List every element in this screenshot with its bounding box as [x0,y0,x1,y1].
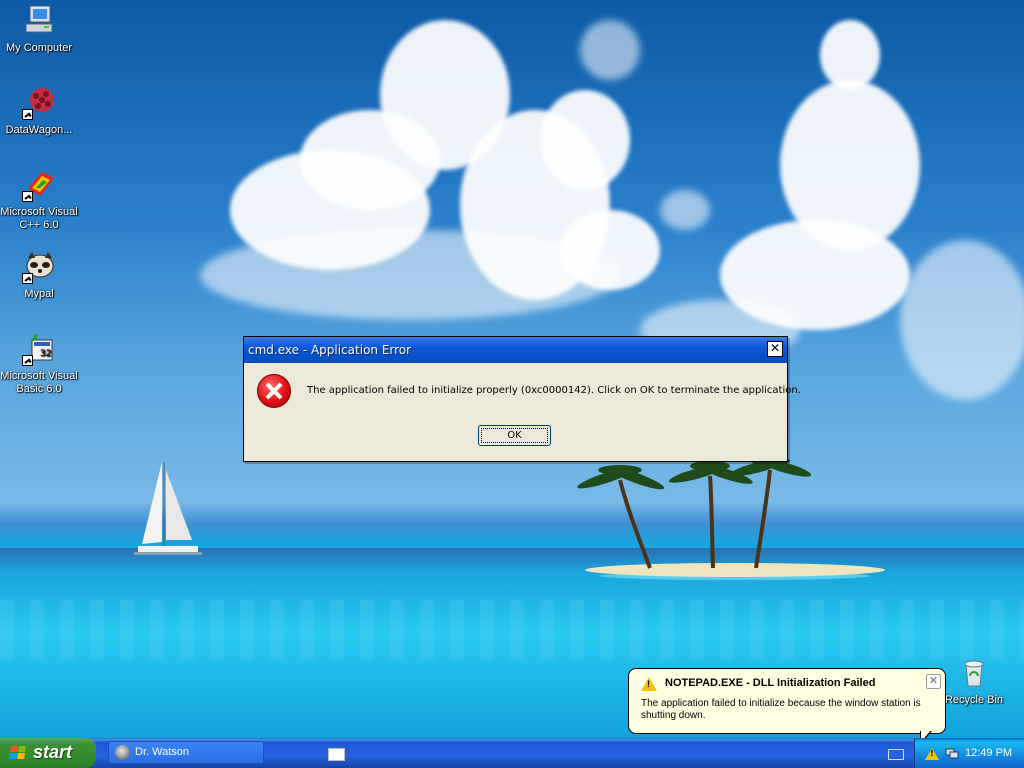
cloud-shape [660,190,710,230]
shortcut-arrow-icon [22,355,33,366]
my-computer-icon [22,4,56,38]
dialog-message: The application failed to initialize pro… [307,385,801,396]
shortcut-arrow-icon [22,109,33,120]
cloud-shape [560,210,660,290]
recycle-bin-icon [957,656,991,690]
ok-button-label: OK [481,428,548,443]
balloon-close-button[interactable]: ✕ [926,674,941,689]
visual-cpp-icon [22,168,56,202]
svg-text:32: 32 [40,349,51,359]
desktop-icon-label: My Computer [5,42,73,54]
datawagon-icon [22,86,56,120]
desktop-icon-datawagon[interactable]: DataWagon... [0,86,78,137]
cloud-shape [900,240,1024,400]
ok-button[interactable]: OK [478,425,551,446]
application-error-dialog: cmd.exe - Application Error ✕ The applic… [243,336,801,462]
cloud-shape [300,110,440,210]
keyboard-icon[interactable] [888,749,904,760]
balloon-message: The application failed to initialize bec… [641,698,921,721]
desktop-icon-mypal[interactable]: Mypal [0,250,78,301]
visual-basic-icon: 32 [22,332,56,366]
error-icon [257,374,291,408]
palm-trees-image [577,457,812,569]
taskbar-button-label: Dr. Watson [135,746,189,758]
shortcut-arrow-icon [22,191,33,202]
system-tray: ! 12:49 PM [914,738,1024,768]
desktop-icon-recycle-bin[interactable]: Recycle Bin [935,656,1013,707]
taskbar: start Dr. Watson ! 12:49 PM [0,738,1024,768]
cloud-shape [200,230,620,320]
cloud-shape [540,90,630,190]
warning-mark: ! [647,679,650,689]
notification-balloon[interactable]: ! NOTEPAD.EXE - DLL Initialization Faile… [628,668,946,734]
mypal-icon [22,250,56,284]
shortcut-arrow-icon [22,273,33,284]
dialog-close-button[interactable]: ✕ [767,341,783,357]
desktop-icon-visual-basic[interactable]: 32 Microsoft Visual Basic 6.0 [0,332,78,396]
desktop-icon-my-computer[interactable]: My Computer [0,4,78,55]
sailboat-image [134,462,202,555]
dr-watson-icon [115,745,130,760]
desktop-icon-label: Microsoft Visual C++ 6.0 [0,206,78,231]
desktop-icon-visual-cpp[interactable]: Microsoft Visual C++ 6.0 [0,168,78,232]
desktop-icon-label: Microsoft Visual Basic 6.0 [0,370,78,395]
desktop-icon-label: Recycle Bin [944,694,1004,706]
dialog-title-bar[interactable]: cmd.exe - Application Error [244,337,787,363]
dialog-title: cmd.exe - Application Error [248,343,412,357]
clock[interactable]: 12:49 PM [965,738,1012,768]
start-button[interactable]: start [0,738,96,768]
desktop-icon-label: Mypal [24,288,54,300]
windows-logo-icon [9,746,27,760]
cloud-shape [820,20,880,90]
balloon-title: NOTEPAD.EXE - DLL Initialization Failed [665,677,876,689]
start-label: start [33,742,73,762]
network-icon[interactable] [945,746,959,759]
desktop-icon-label: DataWagon... [5,124,73,136]
taskbar-button-dr-watson[interactable]: Dr. Watson [108,741,264,764]
sea-shine [0,600,1024,660]
tray-warning-mark: ! [930,749,934,758]
show-desktop-icon[interactable] [328,748,345,761]
cloud-shape [580,20,640,80]
